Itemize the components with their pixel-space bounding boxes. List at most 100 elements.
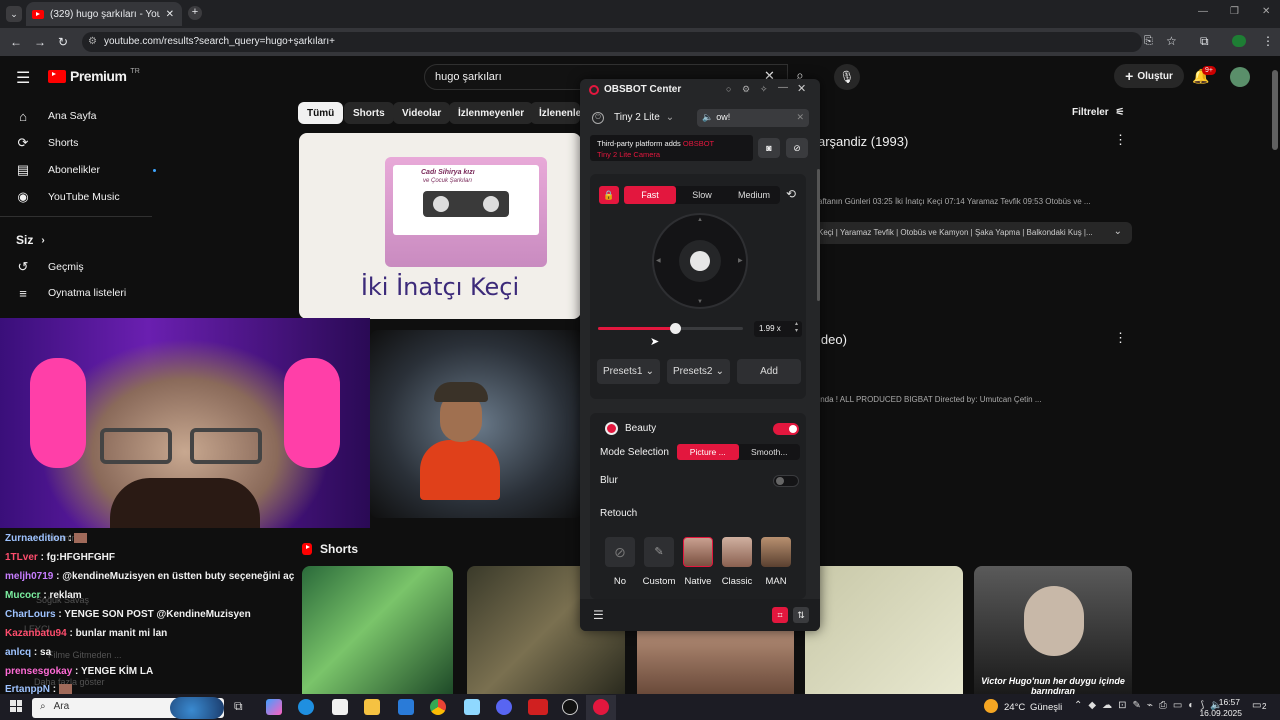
profile-icon[interactable] [1232, 35, 1246, 47]
back-icon[interactable]: ← [10, 35, 22, 49]
joystick-knob[interactable] [690, 251, 710, 271]
add-preset-button[interactable]: Add [737, 359, 801, 384]
speed-fast[interactable]: Fast [624, 186, 676, 204]
sidebar-item-home[interactable]: ⌂ Ana Sayfa [16, 104, 156, 128]
reload-icon[interactable]: ↻ [58, 35, 68, 49]
retouch-option-native[interactable] [683, 537, 713, 567]
retouch-option-custom[interactable]: ✎ [644, 537, 674, 567]
obs-studio-icon[interactable] [562, 699, 578, 715]
presets1-dropdown[interactable]: Presets1 ⌄ [597, 359, 660, 384]
notice-field[interactable]: 🔈 ow! ✕ [697, 109, 809, 127]
video-title[interactable]: arşandiz (1993) [818, 134, 908, 149]
close-window-button[interactable]: ✕ [1262, 6, 1270, 17]
blur-toggle[interactable] [773, 475, 799, 487]
adjust-icon[interactable]: ⇅ [793, 607, 809, 623]
short-thumbnail[interactable]: Victor Hugo'nun her duygu içinde barındı… [974, 566, 1132, 694]
speed-medium[interactable]: Medium [728, 186, 780, 204]
short-thumbnail[interactable] [637, 620, 794, 694]
page-scrollbar[interactable] [1272, 70, 1278, 150]
chip-all[interactable]: Tümü [298, 102, 344, 124]
short-thumbnail[interactable] [805, 566, 963, 694]
extensions-icon[interactable]: ⧉ [1200, 34, 1209, 49]
chip-shorts[interactable]: Shorts [344, 102, 394, 124]
pin-icon[interactable]: ✧ [760, 84, 768, 95]
retouch-option-man[interactable] [761, 537, 791, 567]
minimize-window-button[interactable]: — [1198, 6, 1208, 17]
site-info-icon[interactable]: ⚙ [88, 36, 97, 47]
lock-icon[interactable]: 🔒 [599, 186, 619, 204]
tab-search-button[interactable]: ⌄ [6, 6, 22, 22]
start-button-icon[interactable] [10, 700, 22, 712]
file-explorer-icon[interactable] [364, 699, 380, 715]
notice-banner[interactable]: Third-party platform adds OBSBOT Tiny 2 … [590, 135, 753, 161]
sidebar-you-header[interactable]: Siz › [16, 228, 156, 252]
obsbot-taskbar-icon[interactable] [593, 699, 609, 715]
youtube-logo[interactable]: Premium TR [48, 68, 140, 84]
chip-unwatched[interactable]: İzlenmeyenler [449, 102, 534, 124]
notes-icon[interactable] [464, 699, 480, 715]
address-bar[interactable]: youtube.com/results?search_query=hugo+şa… [82, 32, 1142, 52]
reset-icon[interactable]: ⟲ [786, 187, 796, 201]
filters-button[interactable]: Filtreler ⚟ [1072, 107, 1124, 118]
menu-kebab-icon[interactable]: ⋮ [1262, 34, 1274, 48]
beauty-toggle[interactable] [773, 423, 799, 435]
restore-window-button[interactable]: ❐ [1230, 6, 1239, 17]
task-view-icon[interactable]: ⧉ [234, 699, 243, 714]
hamburger-menu-icon[interactable]: ☰ [16, 68, 30, 88]
zoom-value-field[interactable]: 1.99 x ▴ ▾ [754, 321, 802, 337]
tracking-icon[interactable]: ⌗ [772, 607, 788, 623]
video-menu-icon[interactable]: ⋮ [1114, 132, 1127, 148]
chip-videos[interactable]: Videolar [393, 102, 451, 124]
settings-gear-icon[interactable]: ⚙ [742, 84, 750, 95]
notification-center-icon[interactable]: ▭ [1252, 700, 1261, 711]
record-icon[interactable]: ○ [726, 84, 731, 94]
store-icon[interactable] [332, 699, 348, 715]
panel-scrollbar[interactable] [817, 169, 820, 301]
close-icon[interactable]: ✕ [797, 82, 806, 95]
mode-picture[interactable]: Picture ... [677, 444, 739, 460]
chrome-icon[interactable] [430, 699, 446, 715]
weather-sun-icon[interactable] [984, 699, 998, 713]
copilot-icon[interactable] [266, 699, 282, 715]
zoom-slider-thumb[interactable] [670, 323, 681, 334]
video-title[interactable]: ideo) [818, 332, 847, 347]
dismiss-icon[interactable]: ✕ [796, 112, 804, 124]
joystick-pad[interactable]: ▲ ▼ ◀ ▶ [652, 213, 748, 309]
retouch-option-classic[interactable] [722, 537, 752, 567]
video-menu-icon[interactable]: ⋮ [1114, 330, 1127, 346]
forward-icon[interactable]: → [34, 35, 46, 49]
install-app-icon[interactable]: ⎘ [1144, 35, 1153, 48]
sidebar-item-shorts[interactable]: ⟳ Shorts [16, 131, 156, 155]
zoom-slider[interactable] [598, 323, 743, 334]
chip-watched[interactable]: İzlenenler [530, 102, 580, 124]
minimize-icon[interactable]: — [778, 82, 788, 93]
mode-smooth[interactable]: Smooth... [739, 444, 801, 460]
tab-close-icon[interactable]: ✕ [166, 9, 174, 20]
sidebar-item-subscriptions[interactable]: ▤ Abonelikler [16, 158, 156, 182]
snapshot-icon[interactable]: ◙ [758, 138, 780, 158]
chapters-bar[interactable]: Keçi | Yaramaz Tevfik | Otobüs ve Kamyon… [812, 222, 1132, 244]
browser-tab[interactable]: (329) hugo şarkıları - YouTube ✕ [26, 2, 182, 26]
sidebar-item-playlists[interactable]: ≡ Oynatma listeleri [16, 281, 156, 305]
voice-search-icon[interactable]: 🎙 [834, 64, 860, 90]
power-icon[interactable]: ⏻ [592, 112, 604, 124]
device-selector[interactable]: Tiny 2 Lite ⌄ [614, 112, 674, 123]
new-tab-button[interactable]: + [188, 6, 202, 20]
record-off-icon[interactable]: ⊘ [786, 138, 808, 158]
discord-icon[interactable] [496, 699, 512, 715]
create-button[interactable]: + Oluştur [1114, 64, 1184, 88]
video-thumbnail[interactable]: Cadı Sihirya kızı ve Çocuk Şarkıları İki… [299, 133, 581, 319]
menu-icon[interactable]: ☰ [593, 608, 604, 622]
stepper-icon[interactable]: ▴ ▾ [795, 321, 798, 335]
bookmark-star-icon[interactable]: ☆ [1166, 34, 1177, 48]
sidebar-item-history[interactable]: ↺ Geçmiş [16, 255, 156, 279]
outlook-icon[interactable] [398, 699, 414, 715]
presets2-dropdown[interactable]: Presets2 ⌄ [667, 359, 730, 384]
edge-icon[interactable] [298, 699, 314, 715]
video-thumbnail[interactable] [370, 330, 582, 518]
avatar[interactable] [1230, 67, 1250, 87]
app-icon[interactable] [528, 699, 548, 715]
sidebar-item-music[interactable]: ◉ YouTube Music [16, 185, 156, 209]
retouch-option-none[interactable]: ⊘ [605, 537, 635, 567]
speed-slow[interactable]: Slow [676, 186, 728, 204]
